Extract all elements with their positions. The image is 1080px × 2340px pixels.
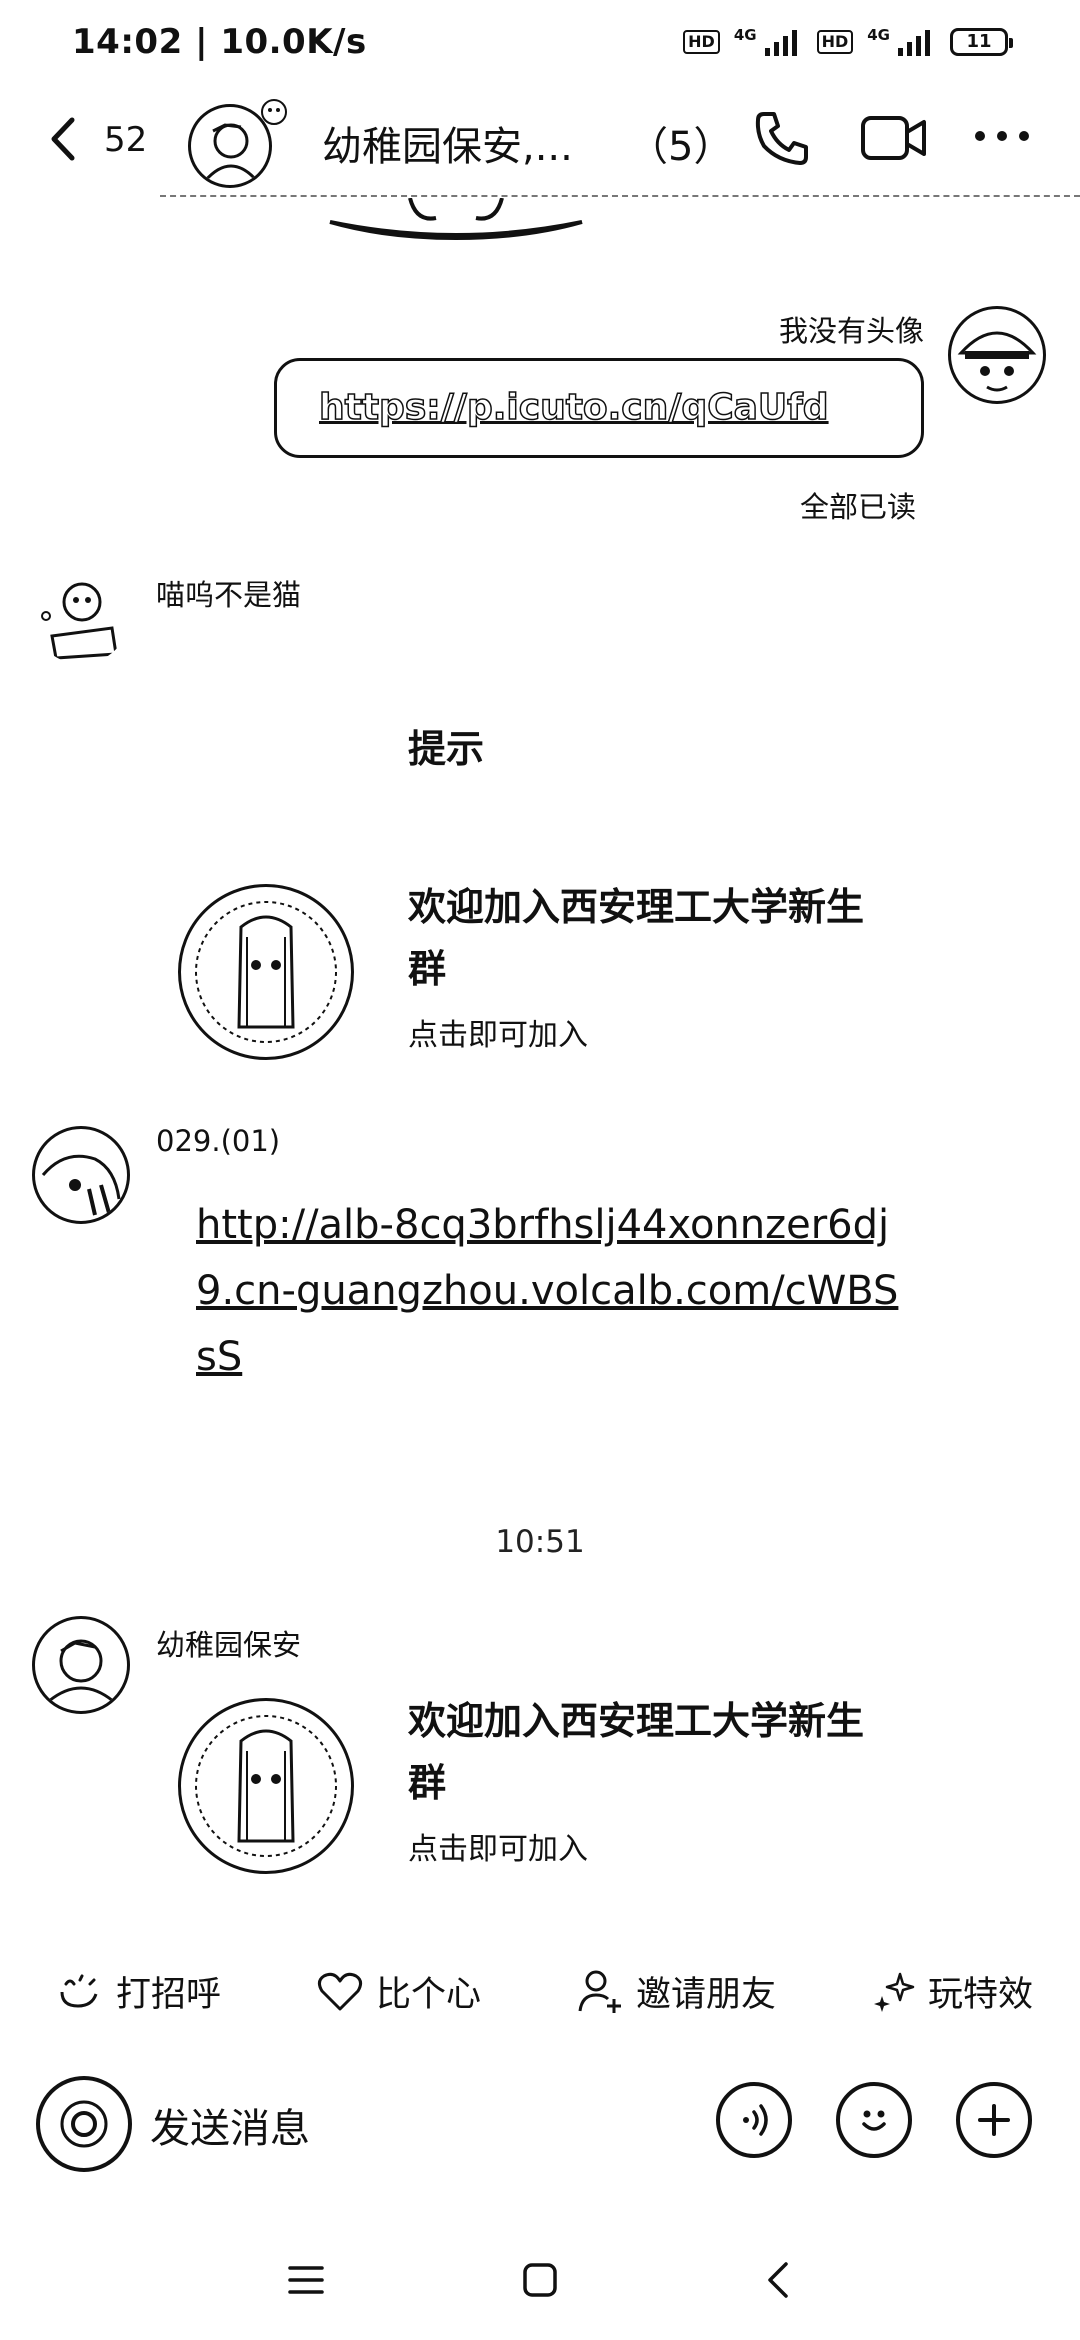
signal-icon <box>764 30 797 56</box>
group-invite-card-title[interactable]: 欢迎加入西安理工大学新生群 <box>408 876 878 1000</box>
group-avatar-badge <box>256 94 292 130</box>
camera-icon <box>60 2100 108 2148</box>
status-icons: HD 4G HD 4G 11 <box>683 26 1013 56</box>
menu-icon <box>288 2266 324 2294</box>
call-button[interactable] <box>750 106 814 170</box>
self-nickname: 我没有头像 <box>778 314 924 348</box>
emoji-button[interactable] <box>836 2082 912 2158</box>
more-actions-button[interactable] <box>956 2082 1032 2158</box>
header-divider <box>160 195 1080 197</box>
sender-nickname-2: 029.(01) <box>156 1124 281 1158</box>
sender-avatar-1[interactable] <box>32 566 130 664</box>
nav-back-button[interactable] <box>748 2250 808 2310</box>
group-invite-card-image-2[interactable] <box>178 1698 354 1874</box>
unread-count[interactable]: 52 <box>104 120 147 160</box>
network-type: 4G <box>733 26 757 44</box>
emoji-icon <box>862 2110 886 2131</box>
more-button[interactable] <box>972 124 1032 148</box>
heart-chip[interactable]: 比个心 <box>316 1966 481 2017</box>
card-hint-title: 提示 <box>408 727 485 771</box>
sender-nickname-3: 幼稚园保安 <box>156 1628 302 1662</box>
video-camera-icon <box>861 116 926 160</box>
home-square-icon <box>523 2263 557 2297</box>
more-dots-icon <box>975 131 1029 141</box>
sparkle-icon <box>874 1972 915 2012</box>
message-input[interactable]: 发送消息 <box>150 2096 310 2154</box>
voice-button[interactable] <box>716 2082 792 2158</box>
greet-chip[interactable]: 打招呼 <box>56 1966 221 2017</box>
camera-button[interactable] <box>36 2076 132 2172</box>
hd-badge-2: HD <box>816 30 854 54</box>
status-time: 14:02 | 10.0K/s <box>72 22 367 62</box>
message-timestamp: 10:51 <box>495 1524 585 1560</box>
member-count[interactable]: （5） <box>628 114 733 172</box>
greet-label: 打招呼 <box>116 1975 222 2015</box>
voice-icon <box>743 2104 768 2136</box>
heart-label: 比个心 <box>376 1975 482 2015</box>
effects-chip[interactable]: 玩特效 <box>872 1966 1033 2017</box>
sticker-fragment <box>326 198 586 242</box>
link-message-bubble[interactable]: https://p.icuto.cn/qCaUfd <box>274 358 924 458</box>
battery-icon: 11 <box>950 28 1013 56</box>
phone-icon <box>755 112 808 165</box>
sender-nickname-1: 喵呜不是猫 <box>156 578 302 612</box>
nav-home-button[interactable] <box>510 2250 570 2310</box>
group-invite-card-subtitle[interactable]: 点击即可加入 <box>408 1010 588 1054</box>
sender-avatar-3[interactable] <box>32 1616 130 1714</box>
wave-hand-icon <box>60 1974 98 2008</box>
plus-icon <box>978 2104 1010 2136</box>
heart-icon <box>317 1972 363 2010</box>
group-invite-card-image[interactable] <box>178 884 354 1060</box>
group-invite-card-title-2[interactable]: 欢迎加入西安理工大学新生群 <box>408 1690 878 1814</box>
group-invite-card-subtitle-2[interactable]: 点击即可加入 <box>408 1824 588 1868</box>
invite-label: 邀请朋友 <box>636 1975 777 2015</box>
read-status: 全部已读 <box>800 490 917 524</box>
back-button[interactable] <box>46 116 80 162</box>
hd-badge: HD <box>683 30 720 54</box>
network-type-2: 4G <box>867 26 890 44</box>
video-call-button[interactable] <box>860 112 928 164</box>
nav-menu-button[interactable] <box>276 2250 336 2310</box>
back-arrow-icon <box>768 2262 788 2298</box>
effects-label: 玩特效 <box>928 1975 1034 2015</box>
invite-chip[interactable]: 邀请朋友 <box>576 1966 776 2017</box>
add-person-icon <box>578 1970 621 2013</box>
signal-icon-2 <box>898 30 930 56</box>
self-avatar[interactable] <box>948 306 1046 404</box>
sender-avatar-2[interactable] <box>32 1126 130 1224</box>
chevron-left-icon <box>51 117 75 161</box>
url-message[interactable]: http://alb-8cq3brfhslj44xonnzer6dj9.cn-g… <box>196 1192 916 1390</box>
chat-title[interactable]: 幼稚园保安,... <box>322 114 573 172</box>
